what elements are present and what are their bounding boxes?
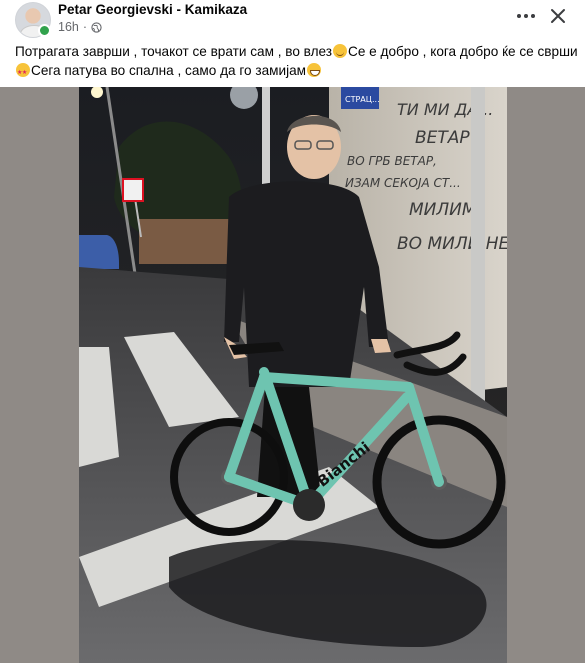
bike-crankset [293, 489, 325, 521]
graffiti-line: ВЕТАР [415, 128, 470, 148]
more-dot-icon [531, 14, 535, 18]
more-options-button[interactable] [512, 4, 540, 28]
post-text-line-1: Потрагата заврши , точакот се врати сам … [15, 44, 578, 59]
star-struck-emoji [16, 62, 30, 82]
graffiti-line: ВО ГРБ ВЕТАР, [347, 154, 437, 168]
post-photo[interactable]: СТРАЦ... ТИ МИ ДА... ВЕТАР ВО ГРБ ВЕТАР,… [79, 87, 507, 663]
post-text-line-2: Сега патува во спална , само да го замиј… [15, 62, 575, 82]
more-dot-icon [524, 14, 528, 18]
post-meta: 16h · [58, 20, 102, 34]
relieved-face-emoji [333, 44, 348, 58]
author-name[interactable]: Petar Georgievski - Kamikaza [58, 2, 247, 17]
street-sign-text: СТРАЦ... [345, 95, 380, 104]
post-timestamp[interactable]: 16h [58, 20, 79, 34]
post-header: Petar Georgievski - Kamikaza 16h · [0, 0, 585, 40]
grinning-face-emoji [307, 62, 321, 77]
globe-icon[interactable] [91, 21, 102, 33]
graffiti-line: ВО МИЛИ НЕ... [397, 234, 507, 254]
photo-scene: СТРАЦ... ТИ МИ ДА... ВЕТАР ВО ГРБ ВЕТАР,… [79, 87, 507, 663]
post-text: Потрагата заврши , точакот се врати сам … [15, 43, 578, 82]
drain-pipe [471, 87, 485, 417]
parked-car [79, 235, 119, 269]
online-status-dot [38, 24, 51, 37]
close-icon[interactable] [546, 4, 570, 28]
photo-frame: СТРАЦ... ТИ МИ ДА... ВЕТАР ВО ГРБ ВЕТАР,… [0, 87, 585, 663]
author-avatar[interactable] [15, 2, 51, 38]
graffiti-line: МИЛИМ [409, 200, 477, 220]
graffiti-line: ИЗАМ СЕКОЈА СТ... [345, 176, 461, 190]
meta-separator: · [82, 20, 88, 34]
more-dot-icon [517, 14, 521, 18]
no-parking-sign [122, 178, 144, 202]
